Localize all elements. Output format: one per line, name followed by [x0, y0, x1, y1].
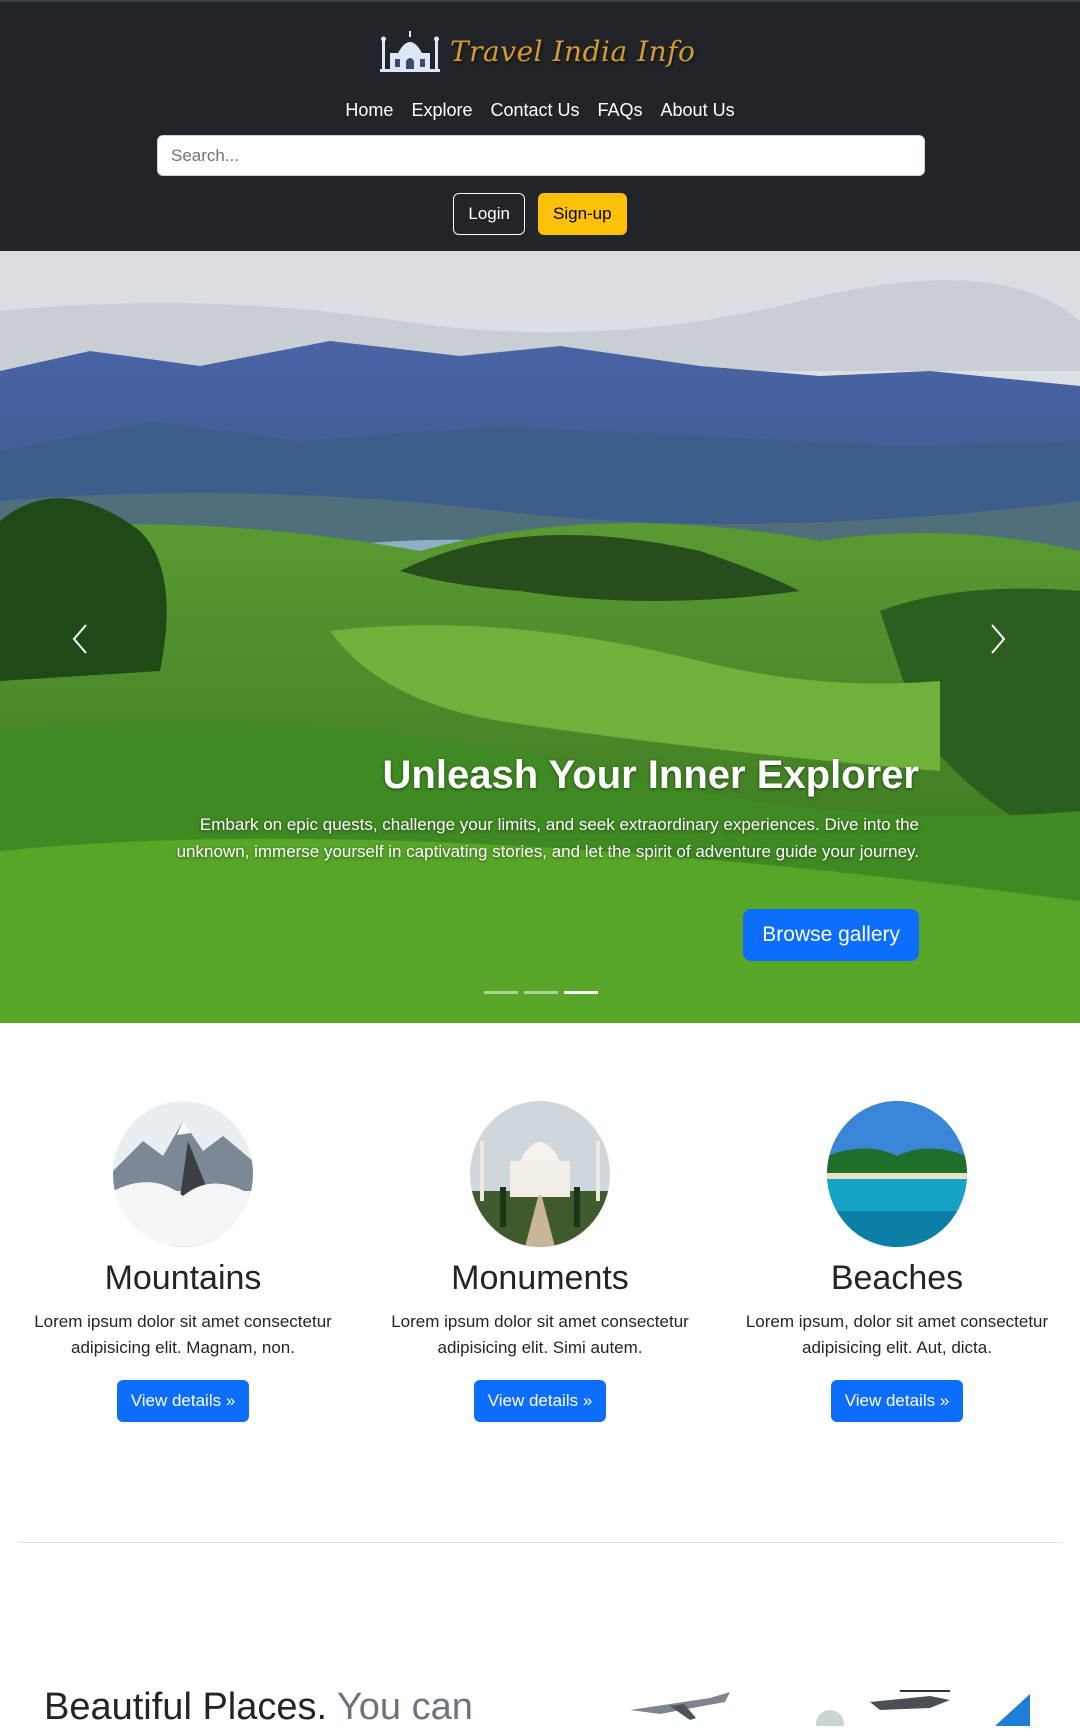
aircraft-image: [630, 1690, 1030, 1726]
hero-carousel: Unleash Your Inner Explorer Embark on ep…: [0, 251, 1080, 1023]
feature-title: Beaches: [830, 1259, 964, 1297]
featurette-heading: Beautiful Places. You can: [44, 1686, 473, 1729]
carousel-next-button[interactable]: [980, 609, 1016, 669]
nav-contact-us[interactable]: Contact Us: [490, 100, 579, 121]
feature-text: Lorem ipsum dolor sit amet consectetur a…: [34, 1312, 332, 1357]
hero-landscape-image: [0, 251, 1080, 1023]
brand-name: Travel India Info: [450, 34, 696, 68]
hero-text: Embark on epic quests, challenge your li…: [176, 815, 919, 861]
nav-home[interactable]: Home: [345, 100, 393, 121]
featurette-heading-muted: You can: [336, 1686, 473, 1728]
carousel-indicators: [484, 991, 598, 994]
mountains-image: [113, 1101, 253, 1247]
beaches-image: [827, 1101, 967, 1247]
section-divider: [18, 1542, 1063, 1543]
navbar: Travel India Info Home Explore Contact U…: [0, 0, 1080, 251]
hero-title: Unleash Your Inner Explorer: [382, 753, 919, 797]
taj-mahal-icon: [380, 31, 440, 72]
feature-text: Lorem ipsum, dolor sit amet consectetur …: [745, 1312, 1049, 1357]
nav-explore[interactable]: Explore: [411, 100, 472, 121]
browse-gallery-button[interactable]: Browse gallery: [743, 909, 919, 961]
carousel-indicator-3[interactable]: [564, 991, 598, 994]
monuments-image: [470, 1101, 610, 1247]
view-details-button[interactable]: View details »: [830, 1380, 964, 1422]
feature-mountains: Mountains Lorem ipsum dolor sit amet con…: [5, 1101, 361, 1422]
carousel-indicator-2[interactable]: [524, 991, 558, 994]
chevron-right-icon: [991, 624, 1006, 654]
feature-title: Monuments: [451, 1259, 629, 1297]
auth-buttons: Login Sign-up: [0, 193, 1080, 235]
main-nav: Home Explore Contact Us FAQs About Us: [0, 100, 1080, 121]
nav-faqs[interactable]: FAQs: [598, 100, 643, 121]
brand-link[interactable]: Travel India Info: [380, 28, 695, 74]
feature-title: Mountains: [104, 1259, 262, 1297]
search-input[interactable]: [157, 135, 925, 176]
feature-text: Lorem ipsum dolor sit amet consectetur a…: [391, 1312, 689, 1357]
login-button[interactable]: Login: [453, 193, 525, 235]
feature-monuments: Monuments Lorem ipsum dolor sit amet con…: [362, 1101, 718, 1422]
signup-button[interactable]: Sign-up: [538, 193, 627, 235]
carousel-indicator-1[interactable]: [484, 991, 518, 994]
carousel-prev-button[interactable]: [62, 609, 98, 669]
nav-about-us[interactable]: About Us: [661, 100, 735, 121]
feature-beaches: Beaches Lorem ipsum, dolor sit amet cons…: [719, 1101, 1075, 1422]
featurette-heading-main: Beautiful Places.: [44, 1686, 328, 1728]
chevron-left-icon: [72, 624, 87, 654]
view-details-button[interactable]: View details »: [116, 1380, 250, 1422]
carousel-caption: Unleash Your Inner Explorer Embark on ep…: [159, 751, 919, 865]
view-details-button[interactable]: View details »: [473, 1380, 607, 1422]
